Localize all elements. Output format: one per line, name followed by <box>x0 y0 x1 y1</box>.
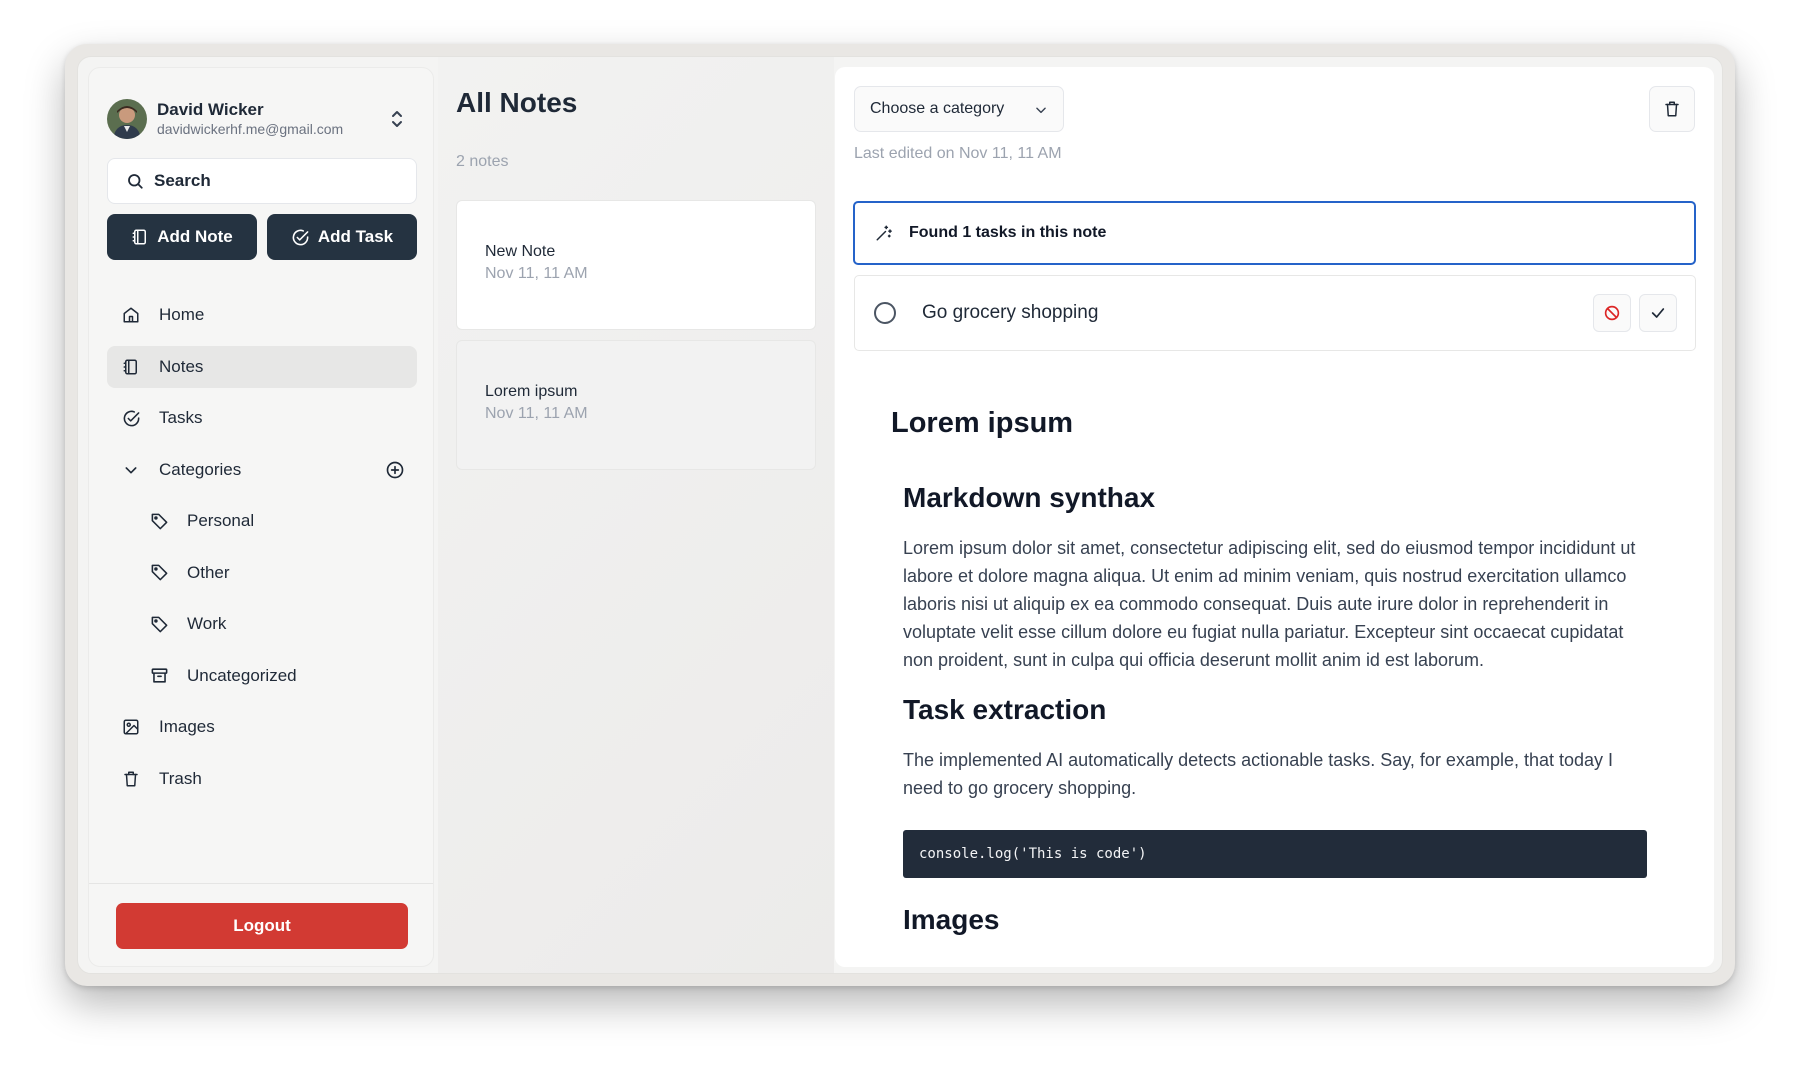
check-icon <box>1651 308 1665 318</box>
check-circle-icon <box>121 408 141 428</box>
found-tasks-label: Found 1 tasks in this note <box>909 224 1107 241</box>
note-heading: Lorem ipsum <box>891 407 1074 439</box>
category-label: Other <box>187 562 230 582</box>
add-category-icon[interactable] <box>385 460 405 485</box>
chevron-up-down-icon[interactable] <box>387 107 407 131</box>
search-button[interactable]: Search <box>107 158 417 204</box>
tag-icon <box>149 563 169 583</box>
sidebar: David Wicker davidwickerhf.me@gmail.com … <box>88 67 434 967</box>
image-icon <box>121 717 141 737</box>
user-email: davidwickerhf.me@gmail.com <box>157 121 344 137</box>
reject-task-button[interactable] <box>1593 294 1631 332</box>
search-icon <box>128 174 143 189</box>
note-card[interactable]: New Note Nov 11, 11 AM <box>456 200 816 330</box>
suggested-task: Go grocery shopping <box>854 275 1696 351</box>
ban-icon <box>1604 305 1620 321</box>
section-heading: Images <box>903 904 1000 935</box>
user-switcher[interactable]: David Wicker davidwickerhf.me@gmail.com <box>107 96 417 142</box>
search-label: Search <box>154 171 211 190</box>
note-date: Nov 11, 11 AM <box>485 265 588 282</box>
sidebar-item-label: Trash <box>159 768 202 788</box>
note-date: Nov 11, 11 AM <box>485 405 588 422</box>
sidebar-nav: Home Notes Tasks Categories Personal Oth… <box>107 294 417 809</box>
logout-button[interactable]: Logout <box>116 903 408 949</box>
tag-icon <box>149 614 169 634</box>
notes-list-panel: All Notes 2 notes New Note Nov 11, 11 AM… <box>438 57 834 973</box>
sidebar-item-images[interactable]: Images <box>107 706 417 748</box>
note-content[interactable]: Lorem ipsum Markdown synthax Lorem ipsum… <box>891 407 1651 936</box>
sidebar-item-label: Notes <box>159 356 204 376</box>
sidebar-item-label: Categories <box>159 459 242 479</box>
note-title: New Note <box>485 243 556 260</box>
sidebar-item-categories[interactable]: Categories <box>107 449 417 491</box>
add-task-button[interactable]: Add Task <box>267 214 417 260</box>
sidebar-item-label: Images <box>159 717 215 736</box>
category-select-label: Choose a category <box>870 100 1005 117</box>
note-title: Lorem ipsum <box>485 383 578 400</box>
archive-icon <box>149 666 169 686</box>
sidebar-item-notes[interactable]: Notes <box>107 345 417 388</box>
note-editor: Choose a category Last edited on Nov 11,… <box>835 67 1714 967</box>
page-title: All Notes <box>456 87 578 118</box>
sidebar-item-trash[interactable]: Trash <box>107 758 417 800</box>
tag-icon <box>149 511 169 531</box>
notebook-icon <box>132 229 147 245</box>
add-note-label: Add Note <box>157 227 233 246</box>
magic-wand-icon <box>876 225 892 241</box>
task-checkbox[interactable] <box>874 302 896 324</box>
category-item-work[interactable]: Work <box>107 603 417 645</box>
sidebar-footer: Logout <box>89 883 433 967</box>
trash-icon <box>1665 101 1679 117</box>
category-label: Work <box>187 614 227 633</box>
paragraph: The implemented AI automatically detects… <box>903 750 1614 798</box>
category-label: Uncategorized <box>187 665 297 685</box>
home-icon <box>121 305 141 325</box>
accept-task-button[interactable] <box>1639 294 1677 332</box>
paragraph: Lorem ipsum dolor sit amet, consectetur … <box>903 538 1636 670</box>
task-label: Go grocery shopping <box>922 302 1099 323</box>
sidebar-item-label: Home <box>159 305 205 324</box>
section-heading: Markdown synthax <box>903 482 1156 513</box>
trash-icon <box>121 769 141 789</box>
found-tasks-banner[interactable]: Found 1 tasks in this note <box>853 201 1696 265</box>
code-block: console.log('This is code') <box>903 830 1647 878</box>
add-task-label: Add Task <box>317 227 394 246</box>
section-heading: Task extraction <box>903 694 1107 725</box>
category-select[interactable]: Choose a category <box>854 86 1064 132</box>
note-card-selected[interactable]: Lorem ipsum Nov 11, 11 AM <box>456 340 816 470</box>
app-window: David Wicker davidwickerhf.me@gmail.com … <box>77 56 1723 974</box>
chevron-down-icon <box>121 460 141 480</box>
notes-count: 2 notes <box>456 153 509 170</box>
sidebar-item-home[interactable]: Home <box>107 294 417 336</box>
sidebar-item-label: Tasks <box>159 408 203 427</box>
check-circle-icon <box>292 229 309 245</box>
sidebar-item-tasks[interactable]: Tasks <box>107 397 417 439</box>
category-item-other[interactable]: Other <box>107 552 417 594</box>
category-item-uncategorized[interactable]: Uncategorized <box>107 655 417 697</box>
category-item-personal[interactable]: Personal <box>107 500 417 542</box>
delete-note-button[interactable] <box>1649 86 1695 132</box>
avatar <box>107 99 147 139</box>
category-label: Personal <box>187 511 255 530</box>
notebook-icon <box>121 357 141 377</box>
user-name: David Wicker <box>157 100 264 119</box>
add-note-button[interactable]: Add Note <box>107 214 257 260</box>
last-edited: Last edited on Nov 11, 11 AM <box>854 145 1062 162</box>
chevron-down-icon <box>1034 103 1048 122</box>
